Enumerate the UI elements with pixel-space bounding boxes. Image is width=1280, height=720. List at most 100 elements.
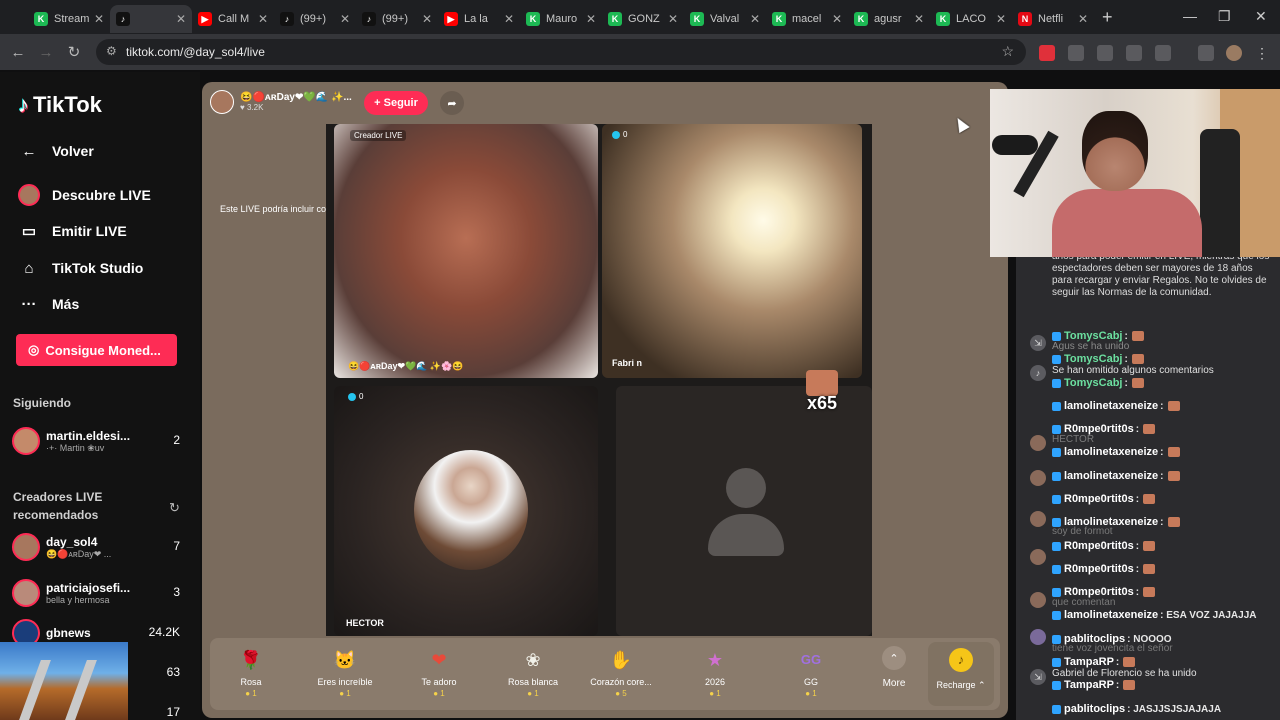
nav-camera[interactable]: ▭ Emitir LIVE [18,220,127,242]
browser-tab[interactable]: ▶ La la ✕ [438,5,520,33]
chat-username[interactable]: lamolinetaxeneize [1064,516,1158,528]
close-tab-icon[interactable]: ✕ [258,12,268,26]
close-tab-icon[interactable]: ✕ [750,12,760,26]
chat-text: : [1160,517,1164,528]
close-tab-icon[interactable]: ✕ [340,12,350,26]
close-window-icon[interactable]: ✕ [1255,8,1267,25]
chat-username[interactable]: lamolinetaxeneize [1064,470,1158,482]
new-tab-icon[interactable]: + [1102,7,1113,28]
chat-username[interactable]: lamolinetaxeneize [1064,446,1158,458]
extension-icon[interactable] [1126,45,1142,61]
nav-avatar[interactable]: Descubre LIVE [18,184,151,206]
extension-icon[interactable] [1068,45,1084,61]
nav-more[interactable]: ··· Más [18,293,80,315]
chat-username[interactable]: TampaRP [1064,656,1114,668]
gift-item[interactable]: ❤ Te adoro ● 1 [394,646,484,698]
host-avatar[interactable] [210,90,234,114]
recharge-button[interactable]: ♪ Recharge ⌃ [928,642,994,706]
chat-username[interactable]: lamolinetaxeneize [1064,609,1158,621]
gift-item[interactable]: ★ 2026 ● 1 [670,646,760,698]
address-bar[interactable]: ⚙ tiktok.com/@day_sol4/live ☆ [96,39,1026,65]
account-item[interactable]: day_sol4 😆🔴ᴀʀDay❤ ... 7 [12,530,192,564]
close-tab-icon[interactable]: ✕ [914,12,924,26]
account-item[interactable]: martin.eldesi... ·+· Martin ❀uv 2 [12,424,192,458]
chat-username[interactable]: R0mpe0rtit0s [1064,423,1134,435]
chat-username[interactable]: TomysCabj [1064,377,1122,389]
avatar [12,427,40,455]
browser-tab[interactable]: N Netfli ✕ [1012,5,1094,33]
nav-arrow-left[interactable]: ← Volver [18,140,94,162]
favicon-icon: K [854,12,868,26]
chat-username[interactable]: R0mpe0rtit0s [1064,563,1134,575]
close-tab-icon[interactable]: ✕ [422,12,432,26]
guest-tile-host[interactable]: Creador LIVE 😆🔴ᴀʀDay❤💚🌊 ✨🌸😆 [334,124,598,378]
guest-tile-fabri[interactable]: 0 Fabri n [602,124,862,378]
chat-username[interactable]: R0mpe0rtit0s [1064,586,1134,598]
account-item[interactable]: patriciajosefi... bella y hermosa 3 [12,576,192,610]
close-tab-icon[interactable]: ✕ [94,12,104,26]
share-icon[interactable]: ➦ [440,91,464,115]
gift-item[interactable]: GG GG ● 1 [766,646,856,698]
game-video-thumbnail[interactable] [0,642,128,720]
media-control-icon[interactable] [1198,45,1214,61]
more-gifts-button[interactable]: ⌃ More [874,646,914,689]
gift-item[interactable]: 🐱 Eres increíble ● 1 [300,646,390,698]
chat-username[interactable]: pablitoclips [1064,633,1125,645]
account-name: day_sol4 [46,534,98,549]
gift-bar: ⌃ More ♪ Recharge ⌃ 🌹 Rosa ● 1 🐱 Eres increí… [210,638,1000,710]
browser-tab[interactable]: K Valval ✕ [684,5,766,33]
close-tab-icon[interactable]: ✕ [668,12,678,26]
tiktok-logo[interactable]: ♪ TikTok [18,92,102,118]
profile-avatar-icon[interactable] [1226,45,1242,61]
minimize-icon[interactable]: — [1183,8,1197,24]
close-tab-icon[interactable]: ✕ [504,12,514,26]
tab-title: Netfli [1038,13,1064,25]
site-info-icon[interactable]: ⚙ [106,44,117,58]
browser-tab[interactable]: K Mauro ✕ [520,5,602,33]
host-info[interactable]: 😆🔴ᴀʀDay❤💚🌊 ✨... ♥ 3.2K [210,90,352,114]
reload-icon[interactable]: ↻ [60,43,88,61]
browser-tab[interactable]: K Stream ✕ [28,5,110,33]
forward-icon[interactable]: → [32,44,60,61]
browser-tab[interactable]: K GONZ ✕ [602,5,684,33]
gift-item[interactable]: ❀ Rosa blanca ● 1 [488,646,578,698]
gift-item[interactable]: 🌹 Rosa ● 1 [206,646,296,698]
more-icon: ··· [21,295,37,313]
close-tab-icon[interactable]: ✕ [586,12,596,26]
close-tab-icon[interactable]: ✕ [832,12,842,26]
favicon-icon: K [34,12,48,26]
guest-name: Fabri n [612,358,643,368]
gift-name: Te adoro [421,677,457,687]
maximize-icon[interactable]: ❐ [1218,8,1231,25]
chat-username[interactable]: TomysCabj [1064,353,1122,365]
browser-tab[interactable]: ▶ Call M ✕ [192,5,274,33]
browser-tab[interactable]: Kagusr ✕ [848,5,930,33]
chat-username[interactable]: pablitoclips [1064,703,1125,715]
close-tab-icon[interactable]: ✕ [1078,12,1088,26]
gift-item[interactable]: ✋ Corazón core... ● 5 [576,646,666,698]
extension-icon[interactable] [1097,45,1113,61]
chat-username[interactable]: TampaRP [1064,679,1114,691]
close-tab-icon[interactable]: ✕ [996,12,1006,26]
chat-message: R0mpe0rtit0s: [1052,563,1156,576]
chat-username[interactable]: R0mpe0rtit0s [1064,540,1134,552]
guest-tile-hector[interactable]: 0 HECTOR [334,386,598,636]
browser-tab[interactable]: ♪ ✕ [110,5,192,33]
chat-username[interactable]: R0mpe0rtit0s [1064,493,1134,505]
back-icon[interactable]: ← [4,44,32,61]
browser-tab[interactable]: ♪ (99+) ✕ [274,5,356,33]
nav-home[interactable]: ⌂ TikTok Studio [18,257,143,279]
browser-tab[interactable]: Kmacel ✕ [766,5,848,33]
chat-username[interactable]: lamolinetaxeneize [1064,400,1158,412]
close-tab-icon[interactable]: ✕ [176,12,186,26]
adblock-extension-icon[interactable] [1039,45,1055,61]
follow-button[interactable]: + Seguir [364,91,428,115]
get-coins-button[interactable]: ◎ Consigue Moned... [16,334,177,366]
bookmark-star-icon[interactable]: ☆ [1001,43,1014,60]
kebab-menu-icon[interactable]: ⋮ [1254,45,1270,61]
puzzle-icon[interactable] [1155,45,1171,61]
refresh-icon[interactable]: ↻ [169,500,180,516]
browser-tab[interactable]: ♪ (99+) ✕ [356,5,438,33]
browser-tab[interactable]: K LACO ✕ [930,5,1012,33]
guest-tile-empty[interactable] [616,386,872,636]
